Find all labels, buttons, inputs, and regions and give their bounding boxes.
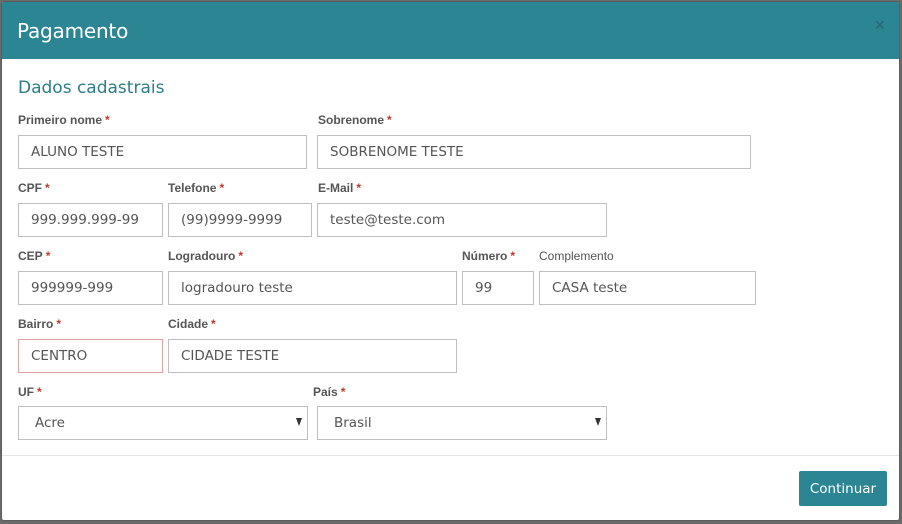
required-marker: * (510, 249, 516, 263)
primeiro-nome-label: Primeiro nome * (18, 113, 110, 127)
modal-header: Pagamento × (2, 2, 899, 59)
cpf-label: CPF * (18, 181, 50, 195)
uf-label: UF * (18, 385, 42, 399)
required-marker: * (105, 113, 110, 127)
section-title: Dados cadastrais (18, 78, 165, 98)
email-label: E-Mail * (318, 181, 362, 195)
pais-label: País * (313, 385, 346, 399)
required-marker: * (37, 385, 42, 399)
required-marker: * (340, 385, 346, 399)
sobrenome-label: Sobrenome * (318, 113, 392, 127)
caret-down-icon (595, 418, 601, 426)
cep-input[interactable] (18, 271, 163, 305)
telefone-input[interactable] (168, 203, 312, 237)
email-input[interactable] (317, 203, 607, 237)
continue-button[interactable]: Continuar (799, 471, 887, 506)
uf-selected-value: Acre (35, 415, 65, 431)
required-marker: * (219, 181, 225, 195)
pais-selected-value: Brasil (334, 415, 372, 431)
required-marker: * (45, 181, 50, 195)
required-marker: * (356, 181, 362, 195)
complemento-input[interactable] (539, 271, 756, 305)
cep-label: CEP * (18, 249, 51, 263)
modal-title: Pagamento (17, 19, 129, 43)
telefone-label: Telefone * (168, 181, 225, 195)
numero-label: Número * (462, 249, 516, 263)
required-marker: * (387, 113, 392, 127)
required-marker: * (238, 249, 243, 263)
sobrenome-input[interactable] (317, 135, 751, 169)
caret-down-icon (296, 418, 302, 426)
cidade-label: Cidade * (168, 317, 216, 331)
cidade-input[interactable] (168, 339, 457, 373)
complemento-label: Complemento (539, 249, 614, 263)
pais-select[interactable]: Brasil (317, 406, 607, 440)
required-marker: * (56, 317, 62, 331)
bairro-label: Bairro * (18, 317, 62, 331)
cpf-input[interactable] (18, 203, 163, 237)
footer-divider (2, 455, 899, 456)
primeiro-nome-input[interactable] (18, 135, 307, 169)
uf-select[interactable]: Acre (18, 406, 308, 440)
logradouro-input[interactable] (168, 271, 457, 305)
required-marker: * (211, 317, 216, 331)
logradouro-label: Logradouro * (168, 249, 243, 263)
bairro-input[interactable] (18, 339, 163, 373)
close-icon[interactable]: × (874, 16, 885, 34)
payment-modal: Pagamento × Dados cadastrais Primeiro no… (1, 1, 900, 521)
required-marker: * (45, 249, 51, 263)
numero-input[interactable] (462, 271, 534, 305)
